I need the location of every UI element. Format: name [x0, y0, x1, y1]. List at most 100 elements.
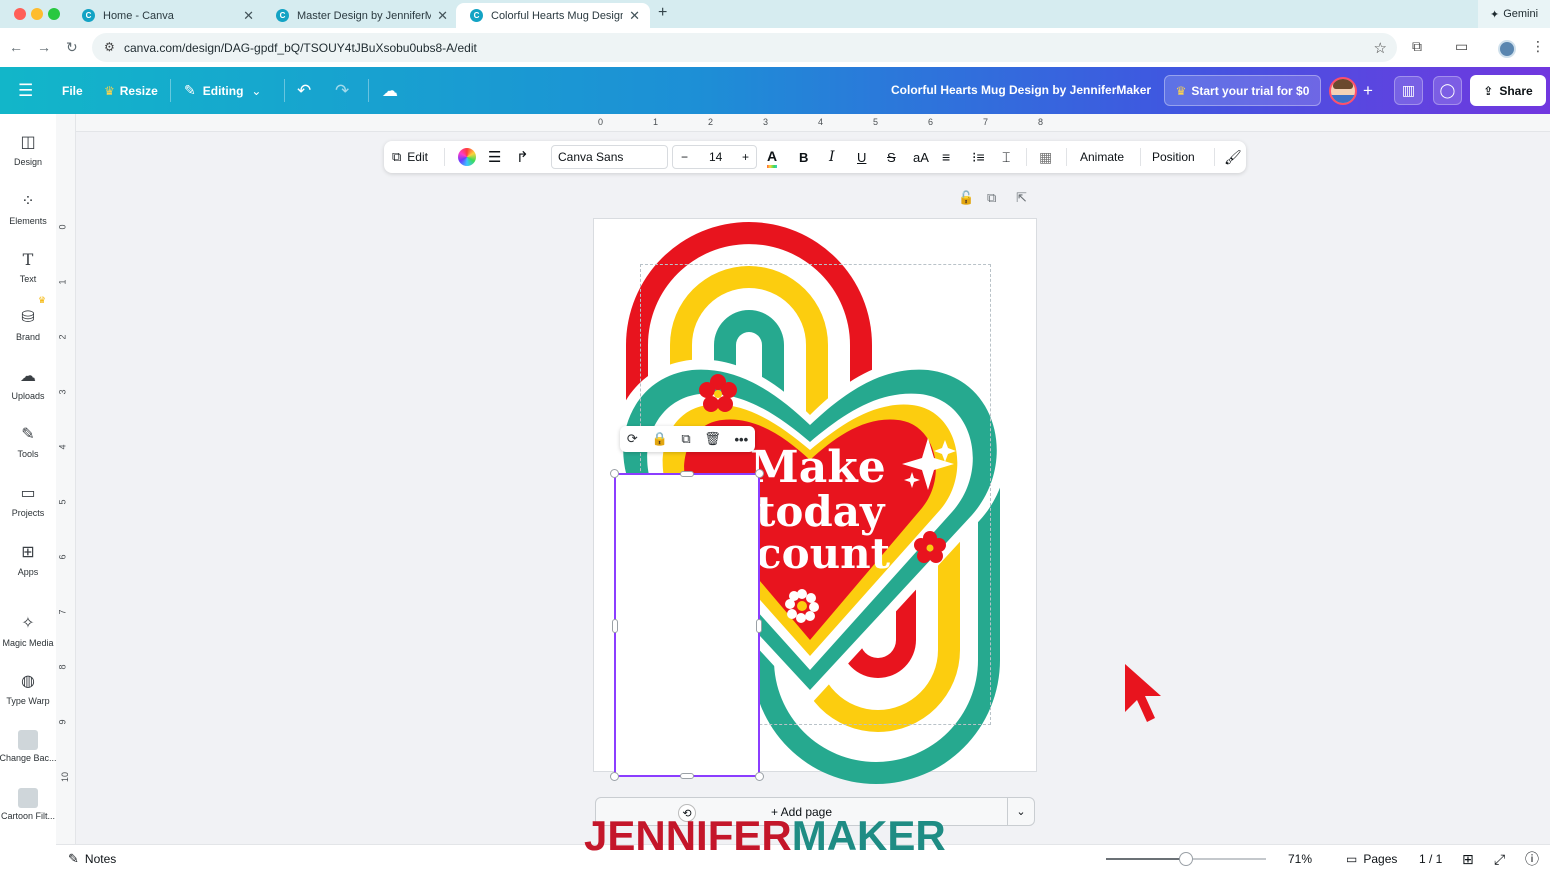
bold-button[interactable]: B [799, 141, 808, 173]
sidebar-item-text[interactable]: T Text [0, 249, 56, 284]
resize-handle-bottom-left[interactable] [610, 772, 619, 781]
line-spacing-icon[interactable]: ⌶ [1002, 141, 1010, 173]
zoom-percentage[interactable]: 71% [1288, 845, 1312, 872]
selected-text-box[interactable] [610, 469, 764, 781]
close-tab-icon[interactable]: ✕ [629, 8, 640, 24]
maximize-window-button[interactable] [48, 8, 60, 20]
resize-handle-top-right[interactable] [755, 469, 764, 478]
fullscreen-icon[interactable]: ⤢ [1494, 845, 1505, 872]
add-page-options-chevron-down-icon[interactable]: ⌄ [1007, 797, 1035, 826]
redo-icon[interactable]: ↷ [335, 67, 349, 114]
sidebar-item-type-warp[interactable]: ◍ Type Warp [0, 671, 56, 706]
close-tab-icon[interactable]: ✕ [437, 8, 448, 24]
resize-handle-bottom-right[interactable] [755, 772, 764, 781]
lock-page-icon[interactable]: 🔓 [958, 190, 974, 206]
sidebar-item-cartoon-filter[interactable]: Cartoon Filt... [0, 788, 56, 821]
cloud-save-icon[interactable]: ☁ [382, 67, 398, 114]
sidebar-item-design[interactable]: ◫ Design [0, 132, 56, 167]
site-settings-icon[interactable]: ⚙ [104, 40, 115, 54]
browser-menu-icon[interactable]: ⋮ [1531, 38, 1545, 55]
bookmark-star-icon[interactable]: ☆ [1374, 39, 1387, 57]
list-bullets-icon[interactable]: ⁝≡ [972, 141, 985, 173]
sidebar-item-apps[interactable]: ⊞ Apps [0, 542, 56, 577]
share-button[interactable]: ⇪ Share [1470, 75, 1546, 106]
file-menu-button[interactable]: File [62, 67, 83, 114]
transparency-icon[interactable]: ▦ [1039, 141, 1052, 173]
decrease-size-button[interactable]: − [681, 146, 688, 168]
reload-icon[interactable]: ↻ [66, 39, 78, 56]
italic-button[interactable]: I [829, 141, 835, 173]
extensions-icon[interactable]: ⧉ [1412, 38, 1422, 55]
pages-button[interactable]: ▭ Pages [1346, 845, 1397, 872]
sidebar-item-uploads[interactable]: ☁ Uploads [0, 366, 56, 401]
corner-rounding-icon[interactable]: ↱ [516, 141, 529, 173]
document-title[interactable]: Colorful Hearts Mug Design by JenniferMa… [891, 83, 1151, 97]
sidebar-item-tools[interactable]: ✎ Tools [0, 424, 56, 459]
font-size-value[interactable]: 14 [709, 146, 722, 168]
forward-arrow-icon[interactable]: → [37, 39, 51, 55]
font-family-select[interactable]: Canva Sans [551, 145, 668, 169]
browser-tab-colorful-hearts[interactable]: C Colorful Hearts Mug Design b ✕ [456, 3, 650, 28]
close-window-button[interactable] [14, 8, 26, 20]
letter-case-button[interactable]: aA [913, 141, 929, 173]
duplicate-page-icon[interactable]: ⧉ [987, 190, 996, 206]
close-tab-icon[interactable]: ✕ [243, 8, 254, 24]
add-collaborator-icon[interactable]: + [1363, 67, 1373, 114]
zoom-slider-handle[interactable] [1179, 852, 1193, 866]
resize-handle-left[interactable] [612, 619, 618, 633]
ruler-mark: 8 [57, 664, 68, 670]
border-style-icon[interactable]: ☰ [488, 141, 501, 173]
user-avatar[interactable] [1329, 77, 1357, 105]
font-size-stepper[interactable]: − 14 + [672, 145, 757, 169]
sidebar-item-brand[interactable]: ⛁ Brand [0, 307, 56, 342]
ruler-mark: 10 [60, 771, 71, 783]
crown-icon: ♛ [104, 83, 115, 98]
canva-header: ☰ File ♛ Resize ✎ Editing ⌄ ↶ ↷ ☁ Colorf… [0, 67, 1550, 114]
browser-tab-master-design[interactable]: C Master Design by JenniferMa ✕ [262, 3, 458, 28]
comments-icon[interactable]: ◯ [1433, 76, 1462, 105]
back-arrow-icon[interactable]: ← [9, 39, 23, 55]
copy-style-paint-roller-icon[interactable]: 🖌 [1224, 141, 1242, 173]
editing-mode-dropdown[interactable]: ✎ Editing ⌄ [184, 67, 261, 114]
underline-button[interactable]: U [857, 141, 866, 173]
browser-profile-avatar[interactable] [1498, 40, 1516, 58]
strikethrough-button[interactable]: S [887, 141, 896, 173]
insights-chart-icon[interactable]: ▥ [1394, 76, 1423, 105]
edit-button[interactable]: ⧉ Edit [392, 141, 428, 173]
notes-button[interactable]: ✎ Notes [68, 845, 116, 872]
add-page-icon[interactable]: ⇱ [1016, 190, 1027, 206]
address-bar[interactable]: ⚙ canva.com/design/DAG-gpdf_bQ/TSOUY4tJB… [92, 33, 1397, 62]
resize-button[interactable]: ♛ Resize [104, 67, 158, 114]
resize-handle-right[interactable] [756, 619, 762, 633]
text-align-icon[interactable]: ≡ [942, 141, 950, 173]
increase-size-button[interactable]: + [742, 146, 749, 168]
position-button[interactable]: Position [1152, 141, 1195, 173]
resize-handle-top-left[interactable] [610, 469, 619, 478]
gemini-button[interactable]: ✦ Gemini [1478, 0, 1550, 28]
more-options-icon[interactable]: ••• [735, 432, 749, 447]
browser-tab-home[interactable]: C Home - Canva ✕ [68, 3, 264, 28]
trash-icon[interactable]: 🗑 [704, 431, 721, 447]
animate-button[interactable]: Animate [1080, 141, 1124, 173]
regenerate-icon[interactable]: ⟳ [627, 431, 638, 447]
minimize-window-button[interactable] [31, 8, 43, 20]
new-tab-button[interactable]: + [658, 4, 667, 22]
sidebar-item-magic-media[interactable]: ✧ Magic Media [0, 613, 56, 648]
start-trial-button[interactable]: ♛ Start your trial for $0 [1164, 75, 1321, 106]
text-color-icon[interactable]: A [767, 146, 778, 168]
notes-label: Notes [84, 852, 117, 866]
lock-icon[interactable]: 🔒 [651, 431, 667, 447]
help-icon[interactable]: ⓘ [1525, 845, 1539, 872]
sidebar-item-projects[interactable]: ▭ Projects [0, 483, 56, 518]
main-menu-icon[interactable]: ☰ [18, 67, 33, 114]
sidebar-item-elements[interactable]: ⁘ Elements [0, 191, 56, 226]
tab-search-icon[interactable]: ▭ [1455, 38, 1468, 55]
resize-handle-top[interactable] [680, 471, 694, 477]
resize-handle-bottom[interactable] [680, 773, 694, 779]
grid-view-icon[interactable]: ⊞ [1462, 845, 1474, 872]
zoom-slider[interactable] [1106, 852, 1266, 866]
sidebar-item-change-background[interactable]: Change Bac... [0, 730, 57, 763]
undo-icon[interactable]: ↶ [297, 67, 311, 114]
duplicate-icon[interactable]: ⧉ [681, 431, 690, 447]
color-picker-icon[interactable] [458, 148, 476, 166]
